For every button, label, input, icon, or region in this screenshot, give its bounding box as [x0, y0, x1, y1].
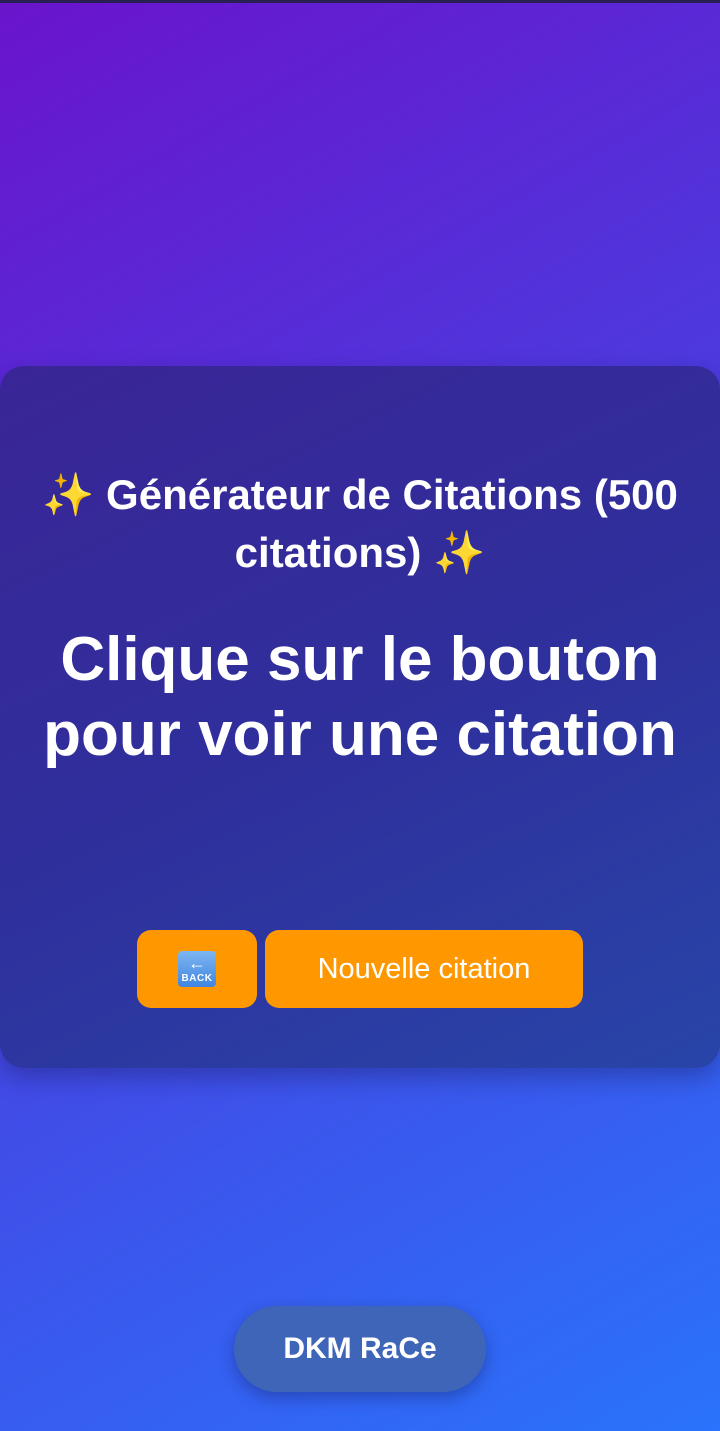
back-arrow-icon: ← BACK: [178, 951, 216, 987]
back-icon-label: BACK: [181, 973, 213, 984]
back-arrow-glyph: ←: [188, 953, 206, 973]
quote-text: Clique sur le bouton pour voir une citat…: [43, 625, 677, 769]
new-quote-button[interactable]: Nouvelle citation: [265, 930, 583, 1008]
footer-credit-pill[interactable]: DKM RaCe: [234, 1306, 486, 1392]
back-button[interactable]: ← BACK: [137, 930, 257, 1008]
page-title: ✨ Générateur de Citations (500 citations…: [42, 471, 678, 576]
status-bar-line: [0, 0, 720, 3]
